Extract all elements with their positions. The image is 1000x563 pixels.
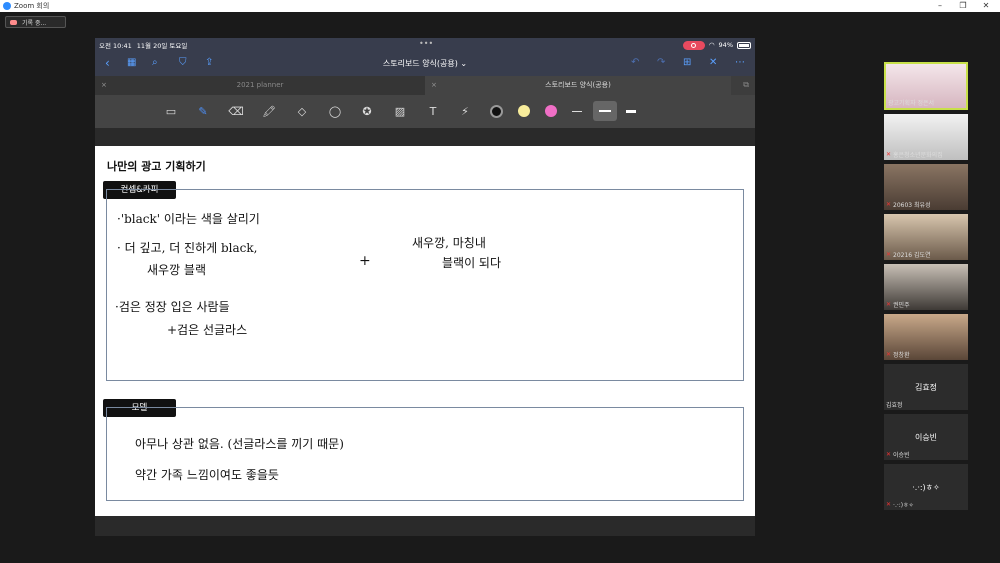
handwriting-plus: +	[359, 253, 371, 269]
text-tool-icon[interactable]: T	[425, 104, 441, 120]
participant-tile[interactable]: ·.·:)ㅎ✧ ✕ ·.·:)ㅎ✧	[884, 464, 968, 510]
laser-pointer-icon[interactable]: ⚡	[457, 104, 473, 120]
participant-tile[interactable]: 이승빈 ✕ 이승빈	[884, 414, 968, 460]
shapes-icon[interactable]: ◇	[294, 104, 310, 120]
handwriting-line: +검은 선글라스	[167, 323, 248, 337]
participant-name: 정창환	[893, 352, 910, 359]
participant-big-name: 김효정	[914, 383, 938, 392]
participant-name: 광고기획자 정은서	[888, 100, 935, 107]
battery-icon	[737, 41, 751, 49]
status-date: 11월 20일 토요일	[136, 42, 188, 50]
read-mode-icon[interactable]: ▭	[163, 104, 179, 120]
stroke-medium-option[interactable]	[593, 101, 617, 121]
drawing-toolbar: ▭ ✎ ⌫ 🖍 ◇ ◯ ✪ ▨ T ⚡	[95, 95, 755, 128]
window-title: Zoom 회의	[14, 2, 50, 10]
participant-name: 김효정	[886, 402, 903, 409]
maximize-button[interactable]: ❐	[953, 0, 973, 12]
participant-name: 홍은청소년문화의집	[893, 152, 943, 159]
cloud-record-icon	[10, 19, 17, 25]
redo-icon[interactable]: ↷	[657, 57, 665, 68]
participant-big-name: 이승빈	[914, 433, 938, 442]
tab-close-icon[interactable]: ×	[431, 76, 437, 95]
participant-name: 권민주	[893, 302, 910, 309]
recording-label: 기록 중...	[22, 19, 47, 27]
battery-percent: 94%	[718, 41, 733, 49]
lasso-icon[interactable]: ◯	[327, 104, 343, 120]
stroke-thin-option[interactable]	[572, 111, 582, 112]
close-window-button[interactable]: ✕	[976, 0, 996, 12]
handwriting-line: ·검은 정장 입은 사람들	[115, 300, 230, 314]
participant-video[interactable]: ✕ 정창환	[884, 314, 968, 360]
ipad-status-bar: 오전 10:41 11월 20일 토요일 ••• ◠ 94%	[95, 38, 755, 52]
participant-video[interactable]: ✕ 권민주	[884, 264, 968, 310]
mic-muted-icon: ✕	[886, 201, 892, 208]
handwriting-line: ·'black' 이라는 색을 살리기	[117, 212, 260, 226]
page-title: 나만의 광고 기획하기	[107, 160, 206, 173]
app-navbar: ‹ ▦ ⌕ ⛉ ⇪ 스토리보드 양식(공용) ⌄ ↶ ↷ ⊞ ✕ ⋯	[95, 52, 755, 76]
handwriting-line: 약간 가족 느낌이여도 좋을듯	[135, 468, 279, 482]
image-icon[interactable]: ▨	[392, 104, 408, 120]
color-black-swatch[interactable]	[490, 105, 503, 118]
participant-name: 20603 최유성	[893, 202, 931, 209]
participant-video[interactable]: ✕ 20216 김도연	[884, 214, 968, 260]
wifi-icon: ◠	[708, 41, 715, 49]
handwriting-line: 새우깡, 마칭내	[412, 236, 486, 250]
participant-tile[interactable]: 김효정 김효정	[884, 364, 968, 410]
document-tabs: × 2021 planner × 스토리보드 양식(공용) ⧉	[95, 76, 755, 95]
tab-2021-planner[interactable]: × 2021 planner	[95, 76, 425, 95]
document-title[interactable]: 스토리보드 양식(공용) ⌄	[95, 58, 755, 69]
mic-muted-icon: ✕	[886, 501, 892, 508]
handwriting-line: 블랙이 되다	[442, 256, 502, 270]
note-page[interactable]: 나만의 광고 기획하기 컨셉&카피 ·'black' 이라는 색을 살리기 · …	[95, 146, 755, 516]
pen-tool-icon[interactable]: ✎	[195, 104, 211, 120]
color-yellow-swatch[interactable]	[518, 105, 530, 117]
tab-close-icon[interactable]: ×	[101, 76, 107, 95]
participant-video[interactable]: 광고기획자 정은서	[884, 62, 968, 110]
mic-muted-icon: ✕	[886, 151, 892, 158]
tab-label: 스토리보드 양식(공용)	[545, 81, 611, 89]
sticker-icon[interactable]: ✪	[359, 104, 375, 120]
stroke-thick-option[interactable]	[626, 110, 636, 113]
minimize-button[interactable]: –	[930, 0, 950, 12]
window-titlebar: Zoom 회의 – ❐ ✕	[0, 0, 1000, 12]
handwriting-line: · 더 깊고, 더 진하게 black,	[117, 241, 258, 255]
add-page-icon[interactable]: ⊞	[683, 57, 691, 68]
mic-muted-icon: ✕	[886, 301, 892, 308]
eraser-icon[interactable]: ⌫	[228, 104, 244, 120]
concept-box: ·'black' 이라는 색을 살리기 · 더 깊고, 더 진하게 black,…	[106, 189, 744, 381]
model-box: 아무나 상관 없음. (선글라스를 끼기 때문) 약간 가족 느낌이여도 좋을듯	[106, 407, 744, 501]
recording-indicator[interactable]: 기록 중...	[5, 16, 66, 28]
tab-label: 2021 planner	[236, 81, 284, 89]
shared-screen: 오전 10:41 11월 20일 토요일 ••• ◠ 94% ‹ ▦ ⌕ ⛉ ⇪…	[95, 38, 755, 536]
participant-video[interactable]: ✕ 홍은청소년문화의집	[884, 114, 968, 160]
participant-big-name: ·.·:)ㅎ✧	[912, 483, 940, 492]
undo-icon[interactable]: ↶	[631, 57, 639, 68]
more-icon[interactable]: ⋯	[735, 57, 745, 68]
participant-name: 이승빈	[893, 452, 910, 459]
tab-storyboard[interactable]: × 스토리보드 양식(공용)	[425, 76, 731, 95]
mic-muted-icon: ✕	[886, 351, 892, 358]
tab-overview-icon[interactable]: ⧉	[743, 80, 749, 90]
participant-name: ·.·:)ㅎ✧	[893, 502, 914, 509]
participant-name: 20216 김도연	[893, 252, 931, 259]
mic-muted-icon: ✕	[886, 251, 892, 258]
status-time: 오전 10:41	[99, 42, 132, 50]
zoom-logo-icon	[3, 2, 11, 10]
close-doc-icon[interactable]: ✕	[709, 57, 717, 68]
participant-video[interactable]: ✕ 20603 최유성	[884, 164, 968, 210]
highlighter-icon[interactable]: 🖍	[261, 104, 277, 120]
handwriting-line: 새우깡 블랙	[147, 263, 207, 277]
mic-muted-icon: ✕	[886, 451, 892, 458]
handwriting-line: 아무나 상관 없음. (선글라스를 끼기 때문)	[135, 437, 344, 451]
multitask-dots: •••	[419, 39, 434, 48]
color-pink-swatch[interactable]	[545, 105, 557, 117]
screen-record-icon	[682, 40, 705, 50]
